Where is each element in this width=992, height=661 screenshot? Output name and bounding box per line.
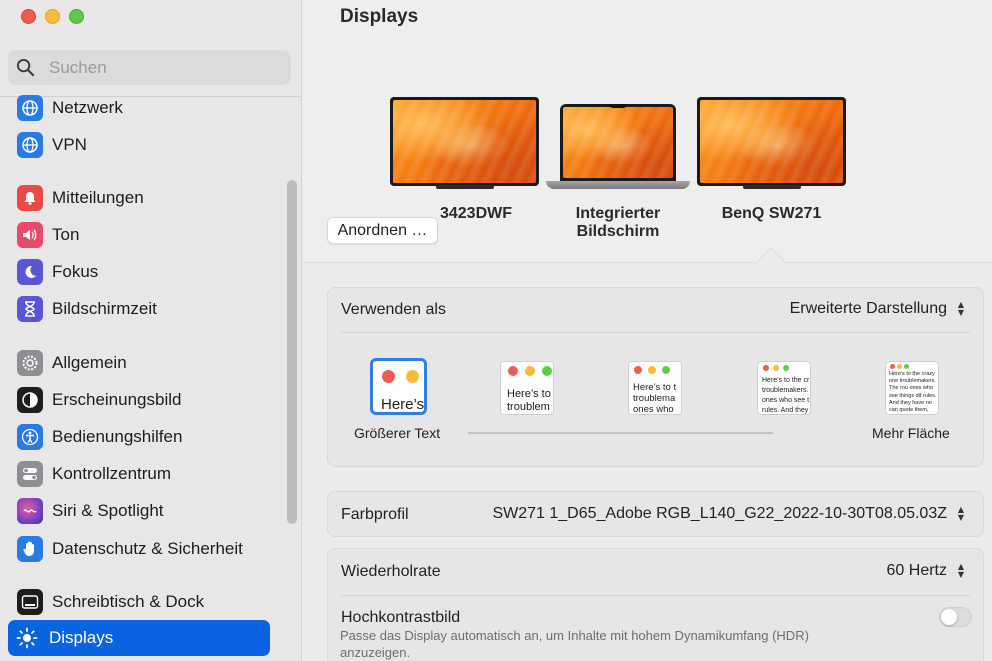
sidebar-scrollbar[interactable] (287, 180, 297, 524)
option-preview: Here’s to troublem (500, 361, 554, 415)
option-sample-text: Here’s to t troublema ones who (633, 382, 677, 415)
appearance-icon (17, 387, 43, 413)
sidebar-item-allgemein[interactable]: Allgemein (8, 345, 270, 381)
sidebar-item-vpn[interactable]: VPN (8, 127, 270, 163)
search-icon (16, 58, 35, 77)
sidebar-item-label: Bildschirmzeit (52, 299, 157, 318)
display-screen (697, 97, 846, 186)
dock-icon (17, 589, 43, 615)
sidebar-item-label: Schreibtisch & Dock (52, 592, 205, 611)
hdr-toggle[interactable] (939, 607, 972, 627)
sidebar-item-kontrollzentrum[interactable]: Kontrollzentrum (8, 456, 270, 492)
minimize-window-button[interactable] (45, 9, 60, 24)
display-label: BenQ SW271 (721, 205, 822, 222)
sidebar-item-datenschutz[interactable]: Datenschutz & Sicherheit (8, 531, 270, 567)
resolution-slider-track (468, 432, 773, 434)
divider (341, 595, 970, 596)
sidebar-item-label: Displays (49, 628, 114, 647)
sidebar-item-bildschirmzeit[interactable]: Bildschirmzeit (8, 291, 270, 327)
option-preview: Here’s to the cr troublemakers. ones who… (757, 361, 811, 415)
refresh-rate-label: Wiederholrate (341, 563, 441, 580)
search-field[interactable] (8, 50, 291, 85)
option-preview: Here’s (370, 358, 427, 415)
chevron-updown-icon: ▲ ▼ (957, 505, 965, 522)
sidebar-item-label: Bedienungshilfen (52, 427, 183, 446)
larger-text-caption: Größerer Text (354, 425, 441, 441)
sidebar-item-mitteilungen[interactable]: Mitteilungen (8, 180, 270, 216)
divider (341, 332, 970, 333)
chevron-updown-icon: ▲ ▼ (957, 562, 965, 579)
page-title: Displays (340, 6, 419, 27)
main-content: Displays 3423DWF Integrierter Bildschirm… (303, 0, 992, 661)
more-space-caption: Mehr Fläche (872, 425, 950, 441)
refresh-rate-value: 60 Hertz (886, 562, 947, 579)
window-controls (21, 9, 84, 24)
sidebar-item-label: Siri & Spotlight (52, 501, 164, 520)
display-stand (436, 185, 494, 189)
option-preview: Here’s to t troublema ones who (628, 361, 682, 415)
use-as-value: Erweiterte Darstellung (789, 300, 947, 317)
option-sample-text: Here’s to the crazy one troublemakers. T… (889, 371, 937, 414)
option-sample-text: Here’s to the cr troublemakers. ones who… (762, 377, 810, 414)
accessibility-icon (17, 424, 43, 450)
arrange-button[interactable]: Anordnen … (327, 217, 438, 244)
color-profile-label: Farbprofil (341, 506, 409, 523)
sidebar-item-label: Allgemein (52, 353, 127, 372)
sidebar-item-label: VPN (52, 135, 87, 154)
sun-icon (14, 625, 40, 651)
sidebar-item-label: Netzwerk (52, 98, 123, 117)
siri-icon (17, 498, 43, 524)
sidebar-item-ton[interactable]: Ton (8, 217, 270, 253)
sidebar-item-siri-spotlight[interactable]: Siri & Spotlight (8, 493, 270, 529)
hand-icon (17, 536, 43, 562)
sidebar-item-netzwerk[interactable]: Netzwerk (8, 90, 270, 126)
display-screen (390, 97, 539, 186)
refresh-rate-select[interactable]: 60 Hertz ▲ ▼ (887, 561, 969, 581)
color-profile-panel: Farbprofil SW271 1_D65_Adobe RGB_L140_G2… (327, 491, 984, 537)
sidebar-item-label: Datenschutz & Sicherheit (52, 539, 243, 558)
color-profile-select[interactable]: SW271 1_D65_Adobe RGB_L140_G22_2022-10-3… (492, 504, 969, 524)
display-label: Integrierter Bildschirm (575, 205, 661, 240)
sidebar-item-label: Ton (52, 225, 80, 244)
gear-icon (17, 350, 43, 376)
sidebar-item-label: Erscheinungsbild (52, 390, 182, 409)
sidebar-item-displays[interactable]: Displays (8, 620, 270, 656)
hdr-description: Passe das Display automatisch an, um Inh… (340, 628, 809, 660)
sidebar-item-label: Fokus (52, 262, 99, 281)
moon-icon (17, 259, 43, 285)
speaker-icon (17, 222, 43, 248)
laptop-base (546, 181, 690, 189)
sidebar-item-schreibtisch-dock[interactable]: Schreibtisch & Dock (8, 584, 270, 620)
close-window-button[interactable] (21, 9, 36, 24)
sidebar-item-bedienungshilfen[interactable]: Bedienungshilfen (8, 419, 270, 455)
sidebar-item-label: Kontrollzentrum (52, 464, 172, 483)
hdr-label: Hochkontrastbild (341, 609, 461, 626)
sidebar-item-erscheinungsbild[interactable]: Erscheinungsbild (8, 382, 270, 418)
option-preview: Here’s to the crazy one troublemakers. T… (885, 361, 939, 415)
hourglass-icon (17, 296, 43, 322)
sidebar-item-label: Mitteilungen (52, 188, 144, 207)
display-stand (743, 185, 801, 189)
option-sample-text: Here’s to troublem (507, 388, 551, 413)
search-input[interactable] (49, 57, 279, 78)
use-as-label: Verwenden als (341, 301, 446, 318)
bell-icon (17, 185, 43, 211)
globe-icon (17, 132, 43, 158)
camera-notch (609, 104, 627, 108)
zoom-window-button[interactable] (69, 9, 84, 24)
switches-icon (17, 461, 43, 487)
sidebar-item-fokus[interactable]: Fokus (8, 254, 270, 290)
display-screen (560, 104, 676, 181)
color-profile-value: SW271 1_D65_Adobe RGB_L140_G22_2022-10-3… (492, 505, 947, 522)
sidebar: Netzwerk VPN Mitteilungen Ton Fokus Bild… (0, 0, 302, 661)
chevron-updown-icon: ▲ ▼ (957, 300, 965, 317)
globe-icon (17, 95, 43, 121)
use-as-select[interactable]: Erweiterte Darstellung ▲ ▼ (790, 299, 969, 319)
option-sample-text: Here’s (381, 396, 425, 413)
